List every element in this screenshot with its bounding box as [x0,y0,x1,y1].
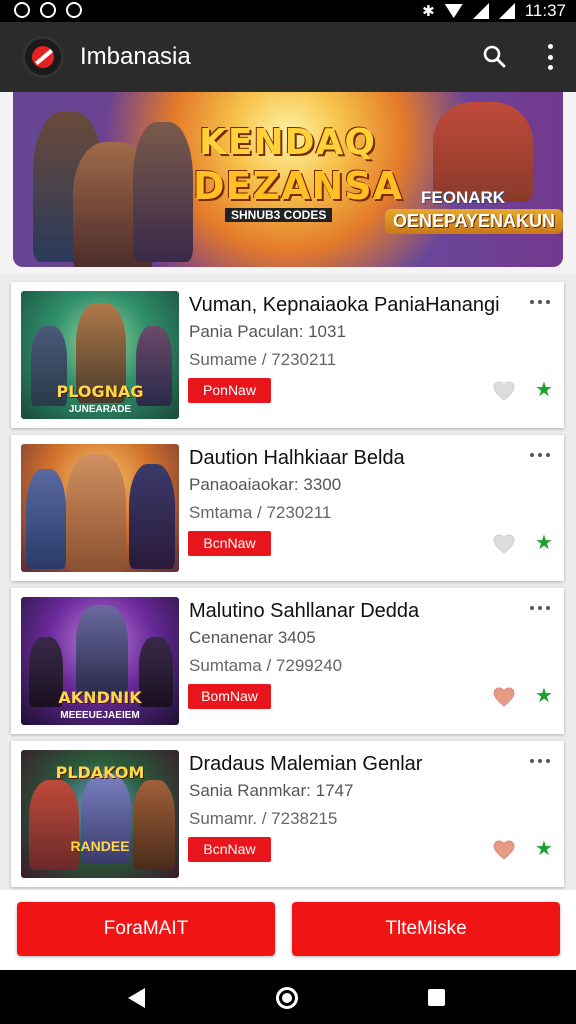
heart-icon[interactable] [493,687,515,707]
card-detail: Pania Paculan: 1031 [189,322,346,341]
recent-apps-icon[interactable] [428,989,445,1006]
bluetooth-icon: ✱ [422,3,435,20]
card-action-button[interactable]: BomNaw [188,684,271,709]
thumbnail-title: PLDAKOM [55,763,145,782]
card-action-button[interactable]: PonNaw [188,378,271,403]
card-detail: Sumamr. / 7238215 [189,809,338,828]
star-icon[interactable]: ★ [535,533,553,553]
card-detail: Panaoaiaokar: 3300 [189,475,342,494]
card-more-icon[interactable] [530,606,550,612]
overflow-menu-icon[interactable] [544,44,556,70]
star-icon[interactable]: ★ [535,686,553,706]
wifi-icon [444,4,463,18]
game-card[interactable]: PLDAKOM RANDEE Dradaus Malemian Genlar S… [11,741,564,887]
thumbnail-subtitle: MEEEUEJAEIEM [60,710,140,721]
home-icon[interactable] [276,987,298,1009]
star-icon[interactable]: ★ [535,839,553,859]
secondary-action-button[interactable]: TlteMiske [292,902,560,956]
heart-icon[interactable] [493,840,515,860]
hero-banner-line2: OENEPAYENAKUN [385,209,563,234]
search-icon[interactable] [482,44,506,68]
notification-icon [66,2,82,18]
card-detail: Sumtama / 7299240 [189,656,343,675]
status-bar: ✱ 11:37 [0,0,576,22]
hero-character [133,122,193,262]
thumbnail-character [76,605,128,695]
card-detail: Sania Ranmkar: 1747 [189,781,354,800]
hero-title-line2: DEZANSA [193,164,404,208]
card-action-button[interactable]: BcnNaw [188,837,271,862]
thumbnail-character [29,780,79,870]
game-thumbnail[interactable]: AKNDNIK MEEEUEJAEIEM [21,597,179,725]
card-action-button[interactable]: BcnNaw [188,531,271,556]
card-detail: Smtama / 7230211 [189,503,332,522]
notification-icon [14,2,30,18]
bottom-action-bar: ForaMAIT TlteMiske [0,890,576,970]
notification-icon [40,2,56,18]
system-icons: ✱ 11:37 [422,1,566,21]
clock: 11:37 [524,1,566,20]
game-thumbnail[interactable]: PLDAKOM RANDEE [21,750,179,878]
game-card[interactable]: AKNDNIK MEEEUEJAEIEM Malutino Sahllanar … [11,588,564,734]
thumbnail-character [129,464,175,569]
hero-title-line1: KENDAQ [199,122,376,163]
game-card[interactable]: Daution Halhkiaar Belda Panaoaiaokar: 33… [11,435,564,581]
signal-icon [498,3,515,19]
card-more-icon[interactable] [530,759,550,765]
card-more-icon[interactable] [530,300,550,306]
app-logo-icon[interactable] [22,36,64,78]
card-title: Daution Halhkiaar Belda [189,447,405,469]
signal-icon [472,3,489,19]
game-card[interactable]: PLOGNAG JUNEARADE Vuman, Kepnaiaoka Pani… [11,282,564,428]
notification-icons [14,2,82,18]
app-title: Imbanasia [80,43,191,70]
thumbnail-character [66,454,126,572]
card-title: Vuman, Kepnaiaoka PaniaHanangi [189,294,500,316]
hero-character [433,102,533,202]
thumbnail-subtitle: JUNEARADE [68,404,132,415]
game-thumbnail[interactable]: PLOGNAG JUNEARADE [21,291,179,419]
heart-icon[interactable] [493,381,515,401]
system-navigation-bar [0,970,576,1024]
card-detail: Cenanenar 3405 [189,628,316,647]
thumbnail-character [133,780,175,870]
card-detail: Sumame / 7230211 [189,350,337,369]
thumbnail-subtitle: RANDEE [70,838,130,854]
hero-banner-line1: FEONARK [421,188,506,207]
back-icon[interactable] [128,988,145,1008]
thumbnail-title: PLOGNAG [56,382,144,401]
card-title: Dradaus Malemian Genlar [189,753,423,775]
card-more-icon[interactable] [530,453,550,459]
thumbnail-title: AKNDNIK [58,688,142,707]
game-thumbnail[interactable] [21,444,179,572]
heart-icon[interactable] [493,534,515,554]
primary-action-button[interactable]: ForaMAIT [17,902,275,956]
app-bar: Imbanasia [0,22,576,92]
thumbnail-character [26,469,66,569]
star-icon[interactable]: ★ [535,380,553,400]
hero-section: KENDAQ DEZANSA SHNUB3 CODES FEONARK OENE… [0,92,576,274]
hero-banner-image[interactable]: KENDAQ DEZANSA SHNUB3 CODES FEONARK OENE… [13,92,563,267]
card-title: Malutino Sahllanar Dedda [189,600,420,622]
hero-subtitle: SHNUB3 CODES [225,208,333,222]
